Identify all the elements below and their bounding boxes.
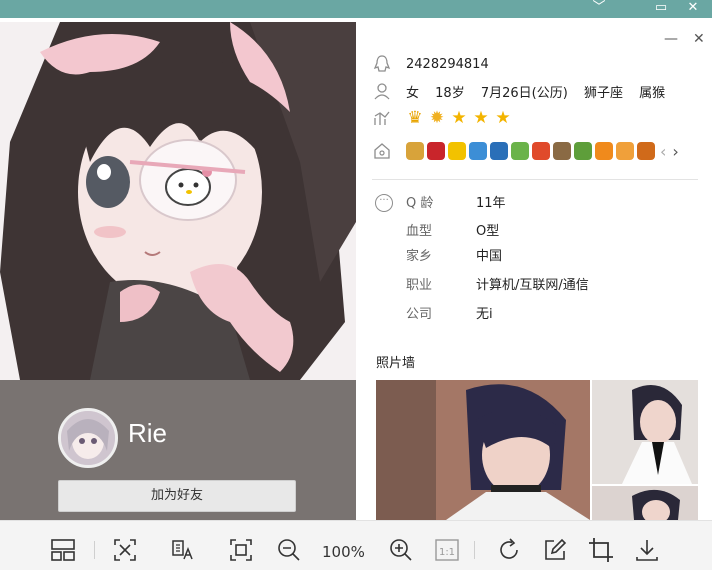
service-badge-icon[interactable] [406,142,424,160]
detail-value-occupation: 计算机/互联网/通信 [476,278,589,293]
star-icon: ★ [473,108,489,128]
service-badge-icon[interactable] [532,142,550,160]
service-badge-icon[interactable] [637,142,655,160]
viewer-restore-button[interactable]: ▭ [646,0,676,18]
actual-size-icon[interactable]: 1:1 [434,537,460,563]
zoom-level: 100% [322,543,365,561]
ocr-icon[interactable] [170,537,196,563]
toolbar-separator [474,541,475,559]
detail-label-company: 公司 [406,307,433,322]
gender: 女 [406,85,420,101]
crown-icon: ♛ [407,108,423,128]
section-divider [372,179,698,180]
detail-value-q-age: 11年 [476,196,506,211]
qq-number-row: 2428294814 [372,54,489,74]
viewer-minimize-button[interactable]: ﹀ [584,0,614,18]
detail-label-hometown: 家乡 [406,249,433,264]
detail-label-blood: 血型 [406,224,433,239]
detail-label-q-age: Q 龄 [406,196,434,211]
service-badge-icon[interactable] [511,142,529,160]
basic-info-row: 女 18岁 7月26日(公历) 狮子座 属猴 [372,81,677,101]
badges-prev-button[interactable]: ‹ [660,142,666,161]
detail-label-occupation: 职业 [406,278,433,293]
service-badge-icon[interactable] [490,142,508,160]
star-icon: ★ [495,108,511,128]
chinese-zodiac: 属猴 [639,85,666,101]
fullscreen-icon[interactable] [228,537,254,563]
service-badge-icon[interactable] [448,142,466,160]
more-info-icon[interactable]: ··· [375,194,393,212]
profile-card: — ✕ Rie 加为好友 2428294814 女 18岁 7月26日(公历) … [0,18,712,520]
viewer-close-button[interactable]: ✕ [678,0,708,18]
home-icon [372,141,392,161]
profile-info-panel: 2428294814 女 18岁 7月26日(公历) 狮子座 属猴 ♛ ✹ ★ … [372,18,702,520]
star-icon: ★ [451,108,467,128]
profile-cover-image [0,22,356,380]
detail-value-blood: O型 [476,224,500,239]
penguin-icon [372,54,392,74]
sun-icon: ✹ [429,108,445,128]
person-icon [372,81,392,101]
badges-next-button[interactable]: › [672,142,678,161]
gallery-icon[interactable] [50,537,76,563]
photo-wall-title: 照片墙 [376,356,416,371]
nickname: Rie [128,418,168,448]
service-badge-icon[interactable] [427,142,445,160]
photo-wall-photo-1[interactable] [376,380,590,520]
photo-wall-photo-2[interactable] [592,380,698,484]
qq-number: 2428294814 [406,56,489,72]
viewer-toolbar: 100% 1:1 [0,520,712,570]
age: 18岁 [435,85,465,101]
service-badge-icon[interactable] [469,142,487,160]
actual-size-label: 1:1 [439,547,455,558]
zoom-out-icon[interactable] [276,537,302,563]
rotate-icon[interactable] [496,537,522,563]
add-friend-button[interactable]: 加为好友 [58,480,296,512]
level-chart-icon [372,108,392,128]
birthday: 7月26日(公历) [480,85,568,101]
service-badge-icon[interactable] [574,142,592,160]
fit-window-icon[interactable] [112,537,138,563]
download-icon[interactable] [634,537,660,563]
photo-wall-photo-3[interactable] [592,486,698,520]
service-badge-icon[interactable] [595,142,613,160]
level-row[interactable]: ♛ ✹ ★ ★ ★ [372,108,516,128]
service-badge-icon[interactable] [616,142,634,160]
zoom-in-icon[interactable] [388,537,414,563]
detail-value-hometown: 中国 [476,249,503,264]
profile-summary-panel: Rie 加为好友 [0,380,356,520]
service-badges-row: ‹ › [372,141,679,161]
zodiac: 狮子座 [583,85,623,101]
viewer-title-bar: ﹀ ▭ ✕ [0,0,712,18]
edit-icon[interactable] [542,537,568,563]
crop-icon[interactable] [588,537,614,563]
avatar[interactable] [58,408,118,468]
toolbar-separator [94,541,95,559]
service-badge-icon[interactable] [553,142,571,160]
detail-value-company: 无i [476,307,493,322]
